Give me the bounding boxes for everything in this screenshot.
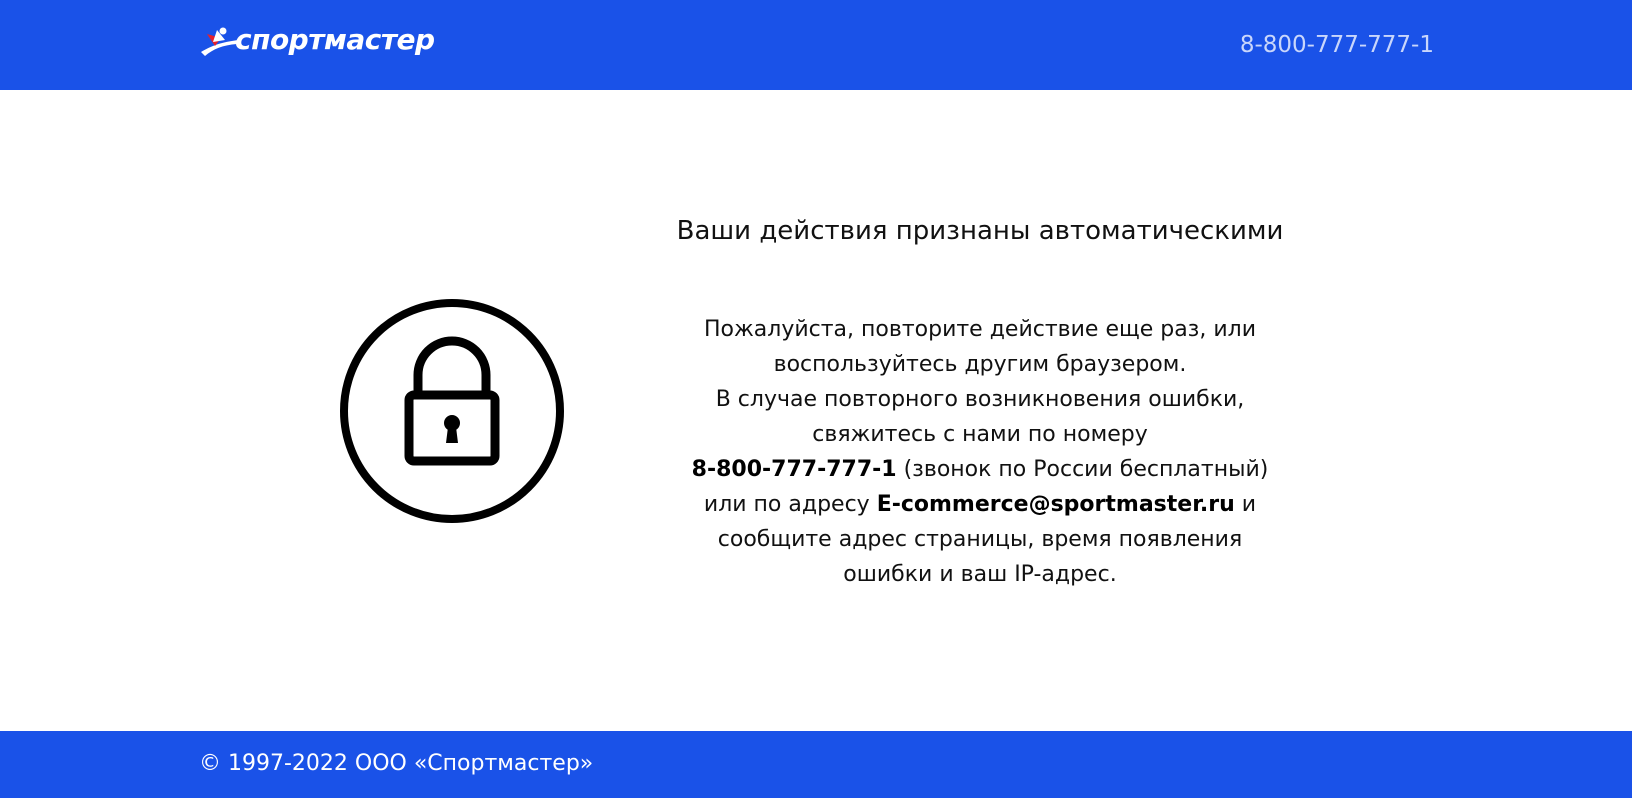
footer: © 1997-2022 ООО «Спортмастер»: [0, 731, 1632, 798]
support-email[interactable]: E-commerce@sportmaster.ru: [877, 492, 1235, 517]
address-suffix: и: [1234, 492, 1257, 517]
message-line: свяжитесь с нами по номеру: [812, 422, 1148, 447]
header-phone[interactable]: 8-800-777-777-1: [1240, 30, 1434, 60]
lock-icon: [338, 297, 566, 525]
header: спортмастер 8-800-777-777-1: [0, 0, 1632, 90]
message-line: В случае повторного возникновения ошибки…: [715, 387, 1245, 412]
message-line: ошибки и ваш IP-адрес.: [843, 562, 1117, 587]
message-line: Пожалуйста, повторите действие еще раз, …: [703, 317, 1257, 342]
main-content: Ваши действия признаны автоматическими П…: [0, 90, 1632, 730]
error-message: Пожалуйста, повторите действие еще раз, …: [620, 312, 1340, 592]
sportmaster-logo[interactable]: спортмастер: [199, 22, 449, 58]
message-line: сообщите адрес страницы, время появления: [717, 527, 1243, 552]
message-line-phone: 8-800-777-777-1 (звонок по России беспла…: [620, 452, 1340, 487]
address-prefix: или по адресу: [703, 492, 877, 517]
message-line-email: или по адресу E-commerce@sportmaster.ru …: [620, 487, 1340, 522]
phone-note: (звонок по России бесплатный): [896, 457, 1269, 482]
support-phone[interactable]: 8-800-777-777-1: [692, 457, 897, 482]
logo-text: спортмастер: [235, 23, 435, 56]
page-title: Ваши действия признаны автоматическими: [676, 216, 1284, 246]
message-line: воспользуйтесь другим браузером.: [773, 352, 1187, 377]
copyright: © 1997-2022 ООО «Спортмастер»: [199, 751, 594, 776]
